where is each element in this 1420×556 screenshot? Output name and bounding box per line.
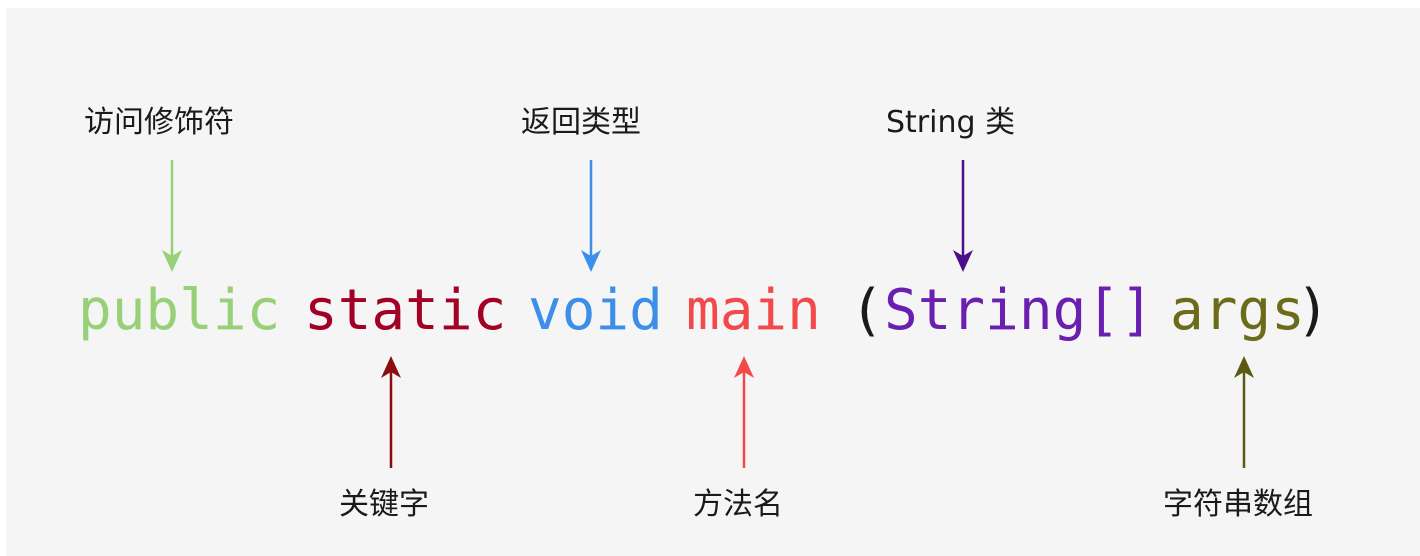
code-static: static [304,278,507,343]
code-main: main [686,278,821,343]
code-string-array-type: String[] [884,278,1154,343]
code-args: args [1170,278,1305,343]
code-public: public [78,278,281,343]
arrow-string-class [953,160,973,272]
code-void: void [528,278,663,343]
label-keyword: 关键字 [339,487,429,522]
arrow-return-type [581,160,601,272]
label-method-name: 方法名 [693,487,783,522]
label-string-array: 字符串数组 [1163,487,1313,522]
code-open-paren: ( [850,278,884,343]
arrow-keyword [381,356,401,468]
arrow-string-array [1234,356,1254,468]
arrow-method-name [734,356,754,468]
label-access-modifier: 访问修饰符 [84,105,234,140]
code-close-paren: ) [1296,278,1330,343]
label-string-class: String 类 [886,105,1016,140]
label-return-type: 返回类型 [521,105,641,140]
arrow-access-modifier [162,160,182,272]
